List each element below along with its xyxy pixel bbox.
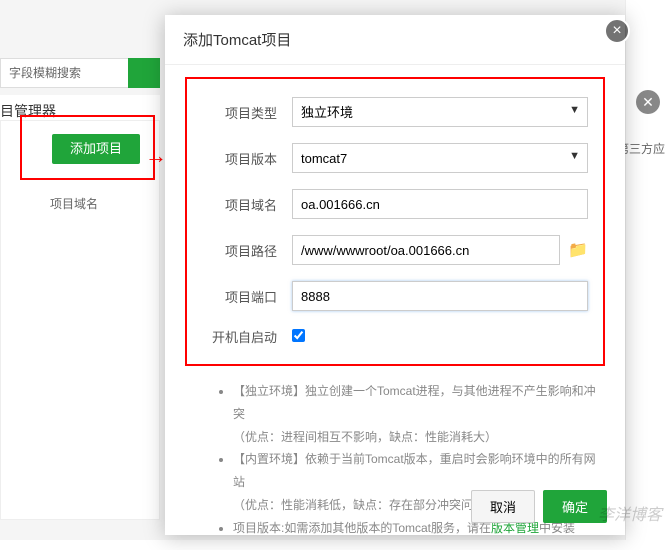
cancel-button[interactable]: 取消 bbox=[471, 490, 535, 523]
label-domain: 项目域名 bbox=[202, 195, 277, 214]
label-port: 项目端口 bbox=[202, 287, 277, 306]
add-tomcat-modal: × 添加Tomcat项目 项目类型 独立环境 ▼ 项目版本 tomcat7 ▼ … bbox=[165, 15, 625, 535]
highlight-box-form: 项目类型 独立环境 ▼ 项目版本 tomcat7 ▼ 项目域名 项目路径 bbox=[185, 77, 605, 366]
add-project-button[interactable]: 添加项目 bbox=[52, 134, 140, 164]
arrow-icon: → bbox=[145, 143, 167, 169]
label-path: 项目路径 bbox=[202, 241, 277, 260]
modal-close-button[interactable]: × bbox=[604, 18, 630, 44]
note-item: 【独立环境】独立创建一个Tomcat进程，与其他进程不产生影响和冲突（优点：进程… bbox=[233, 380, 605, 448]
search-input-bg: 字段模糊搜索 bbox=[0, 58, 145, 88]
project-version-select[interactable]: tomcat7 bbox=[292, 143, 588, 173]
project-type-select[interactable]: 独立环境 bbox=[292, 97, 588, 127]
project-path-input[interactable] bbox=[292, 235, 560, 265]
folder-icon[interactable]: 📁 bbox=[568, 240, 588, 260]
autostart-checkbox[interactable] bbox=[292, 329, 305, 342]
project-domain-input[interactable] bbox=[292, 189, 588, 219]
label-version: 项目版本 bbox=[202, 149, 277, 168]
right-close-icon[interactable]: ✕ bbox=[636, 90, 660, 114]
label-type: 项目类型 bbox=[202, 103, 277, 122]
modal-title: 添加Tomcat项目 bbox=[165, 15, 625, 65]
label-autostart: 开机自启动 bbox=[202, 327, 277, 346]
project-port-input[interactable] bbox=[292, 281, 588, 311]
search-button-bg bbox=[128, 58, 160, 88]
right-panel bbox=[625, 0, 670, 540]
panel-bg bbox=[0, 120, 160, 520]
confirm-button[interactable]: 确定 bbox=[543, 490, 607, 523]
column-header-domain: 项目域名 bbox=[50, 195, 98, 212]
